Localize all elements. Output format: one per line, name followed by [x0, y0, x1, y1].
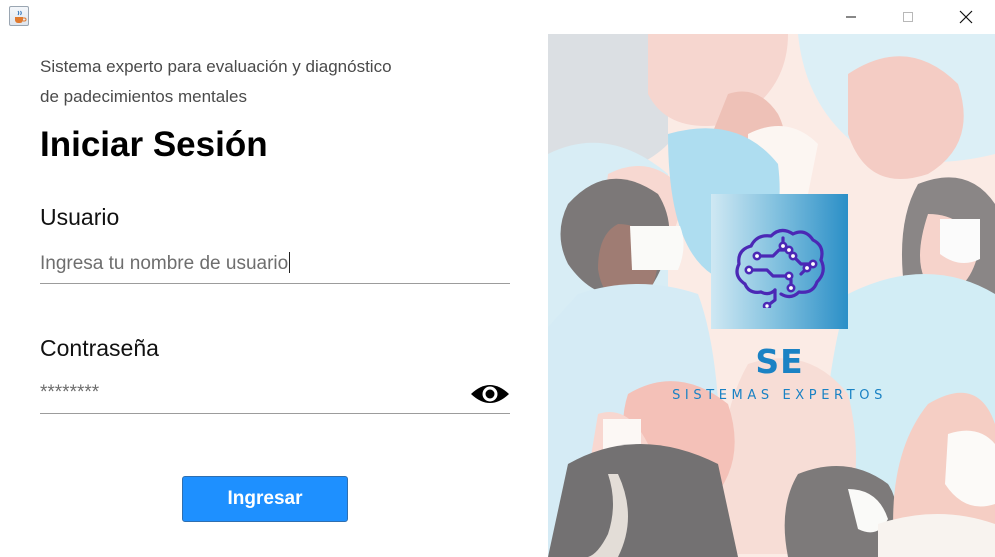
eye-icon [471, 385, 509, 403]
brand-subtitle: SISTEMAS EXPERTOS [672, 388, 887, 403]
maximize-icon [903, 11, 913, 22]
app-description: Sistema experto para evaluación y diagnó… [40, 52, 460, 112]
brand-title: SE [755, 342, 804, 381]
java-coffee-icon[interactable] [9, 6, 29, 26]
page-title: Iniciar Sesión [40, 125, 268, 164]
title-bar [0, 0, 995, 33]
minimize-button[interactable] [828, 0, 874, 33]
close-icon [959, 10, 973, 23]
login-panel: Sistema experto para evaluación y diagnó… [0, 33, 548, 557]
username-label: Usuario [40, 204, 120, 230]
illustration-panel: SE SISTEMAS EXPERTOS [548, 34, 995, 557]
password-value: ******** [40, 382, 100, 403]
maximize-button[interactable] [885, 0, 931, 33]
password-input[interactable]: ******** [40, 378, 510, 414]
minimize-icon [846, 16, 856, 17]
close-button[interactable] [943, 0, 989, 33]
username-input[interactable]: Ingresa tu nombre de usuario [40, 248, 510, 284]
show-password-toggle[interactable] [469, 379, 511, 409]
logo-box [711, 194, 848, 329]
text-caret [289, 252, 291, 273]
brain-circuit-icon [735, 228, 825, 308]
username-placeholder: Ingresa tu nombre de usuario [40, 252, 291, 274]
password-label: Contraseña [40, 335, 159, 361]
login-button[interactable]: Ingresar [182, 476, 348, 522]
app-description-line1: Sistema experto para evaluación y diagnó… [40, 57, 392, 76]
app-description-line2: de padecimientos mentales [40, 87, 247, 106]
